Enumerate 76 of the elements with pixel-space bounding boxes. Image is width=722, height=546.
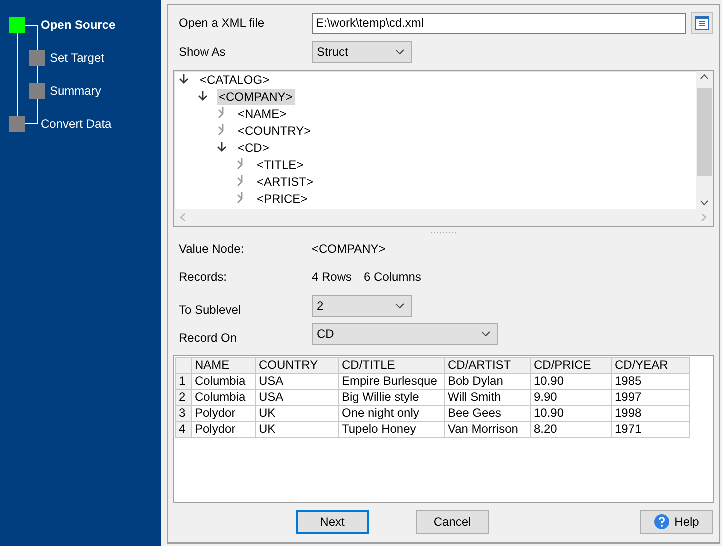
records-label: Records:	[178, 270, 228, 284]
table-cell: 1997	[612, 389, 690, 406]
row-count: 4 Rows	[312, 270, 352, 284]
record-on-dropdown[interactable]: CD	[312, 323, 498, 346]
browse-button[interactable]	[691, 12, 713, 34]
table-cell: 9.90	[530, 389, 612, 406]
column-header[interactable]: CD/YEAR	[612, 357, 690, 374]
show-as-label: Show As	[178, 44, 227, 59]
cancel-button[interactable]: Cancel	[416, 510, 489, 534]
table-cell: Big Willie style	[338, 389, 444, 406]
tree-node[interactable]: <CATALOG>	[198, 72, 272, 88]
step-label[interactable]: Summary	[50, 84, 102, 98]
tree-node[interactable]: <NAME>	[236, 106, 289, 122]
help-icon	[654, 514, 670, 530]
column-header[interactable]: CD/PRICE	[530, 357, 612, 374]
sublevel-dropdown[interactable]: 2	[312, 294, 412, 317]
step-label[interactable]: Set Target	[50, 50, 104, 64]
column-count: 6 Columns	[364, 270, 422, 284]
chevron-down-icon	[395, 48, 405, 55]
tree-node[interactable]: <TITLE>	[255, 157, 306, 174]
scroll-thumb[interactable]	[697, 88, 712, 176]
column-header[interactable]: NAME	[192, 357, 256, 374]
row-number: 1	[176, 373, 192, 390]
file-label: Open a XML file	[178, 16, 266, 30]
tree-node[interactable]: <CD>	[236, 140, 272, 156]
show-as-dropdown[interactable]: Struct	[312, 40, 412, 63]
tree-node[interactable]: <COMPANY>	[217, 89, 295, 106]
table-cell: UK	[256, 421, 338, 438]
tree-node[interactable]: <COUNTRY>	[236, 123, 314, 140]
vertical-scrollbar[interactable]	[696, 70, 713, 209]
table-cell: USA	[256, 373, 338, 390]
column-header[interactable]: CD/ARTIST	[444, 357, 530, 374]
table-cell: 10.90	[530, 373, 612, 390]
record-on-label: Record On	[178, 331, 238, 346]
help-button[interactable]: Help	[640, 510, 713, 534]
value-node-label: Value Node:	[178, 242, 246, 256]
table-cell: Bob Dylan	[444, 373, 530, 390]
table-cell: One night only	[338, 405, 444, 422]
table-cell: Columbia	[192, 389, 256, 406]
splitter-grip-icon[interactable]	[430, 231, 458, 234]
table-cell: Columbia	[192, 373, 256, 390]
column-header[interactable]: COUNTRY	[256, 357, 338, 374]
row-number: 2	[176, 389, 192, 406]
scroll-up-icon	[700, 74, 709, 80]
table-cell: 1998	[612, 405, 690, 422]
row-number: 4	[176, 421, 192, 438]
table-cell: Tupelo Honey	[338, 421, 444, 438]
document-icon	[694, 15, 710, 32]
step-label[interactable]: Convert Data	[41, 116, 112, 130]
table-cell: UK	[256, 405, 338, 422]
next-button[interactable]: Next	[296, 510, 369, 534]
sublevel-label: To Sublevel	[178, 302, 242, 317]
scroll-down-icon	[700, 200, 709, 206]
table-cell: Polydor	[192, 405, 256, 422]
table-cell: Will Smith	[444, 389, 530, 406]
horizontal-scrollbar[interactable]	[174, 208, 713, 226]
scroll-left-icon	[180, 212, 186, 222]
table-cell: 1985	[612, 373, 690, 390]
row-number: 3	[176, 405, 192, 422]
column-header[interactable]: CD/TITLE	[338, 357, 444, 374]
step-label[interactable]: Open Source	[41, 18, 116, 32]
table-cell: USA	[256, 389, 338, 406]
chevron-down-icon	[395, 302, 405, 309]
table-cell: Van Morrison	[444, 421, 530, 438]
value-node-value: <COMPANY>	[312, 242, 386, 256]
table-cell: Polydor	[192, 421, 256, 438]
scroll-right-icon	[701, 212, 707, 222]
chevron-down-icon	[481, 331, 491, 338]
table-cell: 1971	[612, 421, 690, 438]
tree-node[interactable]: <PRICE>	[255, 191, 310, 208]
file-path-field[interactable]: E:\work\temp\cd.xml	[312, 12, 686, 34]
table-cell: Empire Burlesque	[338, 373, 444, 390]
table-cell: 8.20	[530, 421, 612, 438]
tree-node[interactable]: <ARTIST>	[255, 174, 316, 190]
table-cell: 10.90	[530, 405, 612, 422]
table-cell: Bee Gees	[444, 405, 530, 422]
